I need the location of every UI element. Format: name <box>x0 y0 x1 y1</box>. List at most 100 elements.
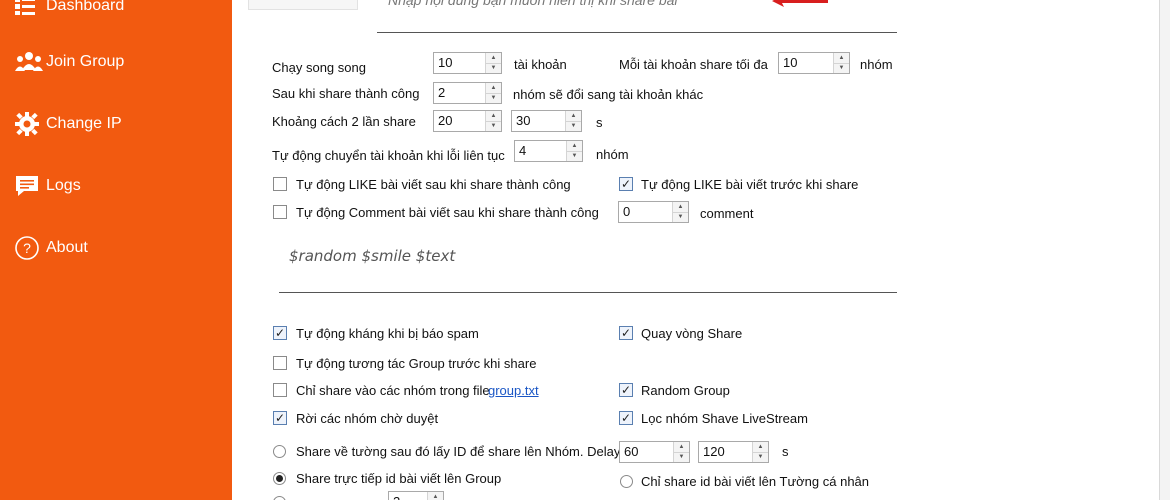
after-share-stepper[interactable]: 2 ▲ ▼ <box>433 82 502 104</box>
interval-min-value[interactable]: 20 <box>434 111 485 131</box>
spin-up-icon[interactable]: ▲ <box>566 111 581 121</box>
delay-unit: s <box>782 444 789 459</box>
arrow-icon <box>770 0 830 11</box>
spin-down-icon[interactable]: ▼ <box>834 62 849 74</box>
parallel-unit: tài khoản <box>514 57 567 72</box>
spin-down-icon[interactable]: ▼ <box>486 120 501 132</box>
max-per-account-value[interactable]: 10 <box>779 53 833 73</box>
sidebar-item-label: About <box>46 239 88 256</box>
interval-max-stepper[interactable]: 30 ▲ ▼ <box>511 110 582 132</box>
spin-up-icon[interactable]: ▲ <box>428 492 443 500</box>
comment-value[interactable]: 0 <box>619 202 672 222</box>
divider <box>377 32 897 33</box>
comment-after-label: Tự động Comment bài viết sau khi share t… <box>296 205 599 220</box>
parallel-stepper[interactable]: 10 ▲ ▼ <box>433 52 502 74</box>
leave-pending-label: Rời các nhóm chờ duyệt <box>296 411 439 426</box>
spin-down-icon[interactable]: ▼ <box>674 451 689 463</box>
spin-down-icon[interactable]: ▼ <box>566 120 581 132</box>
auto-switch-label: Tự động chuyển tài khoản khi lỗi liên tụ… <box>272 148 505 163</box>
interact-group-checkbox[interactable] <box>273 356 287 370</box>
content-textbox-top[interactable] <box>248 0 358 10</box>
sidebar-item-logs[interactable]: Logs <box>14 172 81 200</box>
delay-max-value[interactable]: 120 <box>699 442 752 462</box>
spin-down-icon[interactable]: ▼ <box>673 211 688 223</box>
delay-min-value[interactable]: 60 <box>620 442 673 462</box>
filter-livestream-label: Lọc nhóm Shave LiveStream <box>641 411 808 426</box>
like-before-label: Tự động LIKE bài viết trước khi share <box>641 177 859 192</box>
share-direct-radio[interactable] <box>273 472 286 485</box>
delay-max-stepper[interactable]: 120 ▲ ▼ <box>698 441 769 463</box>
like-after-checkbox[interactable] <box>273 177 287 191</box>
max-per-account-stepper[interactable]: 10 ▲ ▼ <box>778 52 850 74</box>
sidebar-item-change-ip[interactable]: Change IP <box>14 110 122 138</box>
share-personal-label: Chỉ share id bài viết lên Tường cá nhân <box>641 474 870 489</box>
sidebar-item-about[interactable]: ? About <box>14 234 88 262</box>
leave-pending-checkbox[interactable]: ✓ <box>273 411 287 425</box>
sidebar-item-label: Dashboard <box>46 0 125 14</box>
sidebar-item-label: Change IP <box>46 115 122 132</box>
spin-up-icon[interactable]: ▲ <box>753 442 768 452</box>
bottom-value[interactable]: 2 <box>389 492 427 500</box>
comment-template-text[interactable]: $random $smile $text <box>289 247 455 265</box>
spin-up-icon[interactable]: ▲ <box>834 53 849 63</box>
rotate-share-label: Quay vòng Share <box>641 326 743 341</box>
share-personal-radio[interactable] <box>620 475 633 488</box>
auto-switch-value[interactable]: 4 <box>515 141 566 161</box>
chat-icon <box>14 174 44 198</box>
dashboard-icon <box>14 0 44 18</box>
spin-up-icon[interactable]: ▲ <box>486 111 501 121</box>
share-file-checkbox[interactable] <box>273 383 287 397</box>
svg-text:?: ? <box>23 240 31 256</box>
like-before-checkbox[interactable]: ✓ <box>619 177 633 191</box>
interval-label: Khoảng cách 2 lần share <box>272 114 416 129</box>
interval-max-value[interactable]: 30 <box>512 111 565 131</box>
spin-up-icon[interactable]: ▲ <box>567 141 582 151</box>
spin-up-icon[interactable]: ▲ <box>674 442 689 452</box>
share-file-label: Chỉ share vào các nhóm trong file <box>296 383 490 398</box>
rotate-share-checkbox[interactable]: ✓ <box>619 326 633 340</box>
share-direct-label: Share trực tiếp id bài viết lên Group <box>296 471 502 486</box>
group-file-link[interactable]: group.txt <box>488 383 539 399</box>
filter-livestream-checkbox[interactable]: ✓ <box>619 411 633 425</box>
spin-down-icon[interactable]: ▼ <box>486 92 501 104</box>
anti-spam-checkbox[interactable]: ✓ <box>273 326 287 340</box>
comment-stepper[interactable]: 0 ▲ ▼ <box>618 201 689 223</box>
max-per-account-unit: nhóm <box>860 57 893 72</box>
share-wall-radio[interactable] <box>273 445 286 458</box>
random-group-checkbox[interactable]: ✓ <box>619 383 633 397</box>
auto-switch-stepper[interactable]: 4 ▲ ▼ <box>514 140 583 162</box>
auto-switch-unit: nhóm <box>596 147 629 162</box>
spin-up-icon[interactable]: ▲ <box>673 202 688 212</box>
sidebar-item-join-group[interactable]: Join Group <box>14 48 124 76</box>
spin-up-icon[interactable]: ▲ <box>486 53 501 63</box>
share-wall-label: Share về tường sau đó lấy ID để share lê… <box>296 444 621 459</box>
bottom-stepper[interactable]: 2 ▲▼ <box>388 491 444 500</box>
parallel-value[interactable]: 10 <box>434 53 485 73</box>
comment-after-checkbox[interactable] <box>273 205 287 219</box>
parallel-label: Chạy song song <box>272 60 366 75</box>
max-per-account-label: Mỗi tài khoản share tối đa <box>619 57 768 72</box>
after-share-value[interactable]: 2 <box>434 83 485 103</box>
sidebar-item-label: Logs <box>46 177 81 194</box>
group-icon <box>14 50 44 74</box>
interval-unit: s <box>596 115 603 130</box>
after-share-unit: nhóm sẽ đổi sang tài khoản khác <box>513 87 704 102</box>
window-edge <box>1160 0 1170 500</box>
spin-down-icon[interactable]: ▼ <box>486 62 501 74</box>
sidebar: Dashboard Join Group Change IP Logs ? Ab… <box>0 0 232 500</box>
spin-down-icon[interactable]: ▼ <box>567 150 582 162</box>
like-after-label: Tự động LIKE bài viết sau khi share thàn… <box>296 177 571 192</box>
gear-icon <box>14 112 44 136</box>
question-icon: ? <box>14 236 44 260</box>
spin-down-icon[interactable]: ▼ <box>753 451 768 463</box>
after-share-label: Sau khi share thành công <box>272 86 420 101</box>
divider <box>279 292 897 293</box>
interact-group-label: Tự động tương tác Group trước khi share <box>296 356 537 371</box>
sidebar-item-dashboard[interactable]: Dashboard <box>14 0 124 20</box>
delay-min-stepper[interactable]: 60 ▲ ▼ <box>619 441 690 463</box>
spin-up-icon[interactable]: ▲ <box>486 83 501 93</box>
hint-text: Nhập nội dung bạn muốn hiển thị khi shar… <box>388 0 678 8</box>
interval-min-stepper[interactable]: 20 ▲ ▼ <box>433 110 502 132</box>
random-group-label: Random Group <box>641 383 730 398</box>
anti-spam-label: Tự động kháng khi bị báo spam <box>296 326 479 341</box>
